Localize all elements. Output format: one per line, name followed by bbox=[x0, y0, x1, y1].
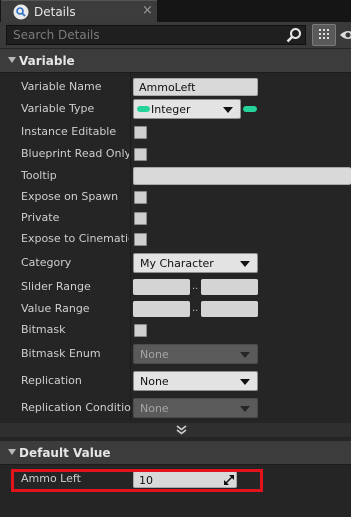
tab-title: Details bbox=[34, 5, 76, 19]
close-icon[interactable]: × bbox=[142, 4, 153, 18]
value-range-max-input[interactable] bbox=[201, 301, 258, 317]
expose-to-cinematics-checkbox[interactable] bbox=[134, 233, 147, 246]
row-expose-on-spawn: Expose on Spawn bbox=[0, 187, 351, 208]
tooltip-label: Tooltip bbox=[21, 169, 57, 182]
row-value-range: Value Range .. bbox=[0, 299, 351, 320]
double-chevron-down-icon bbox=[176, 425, 187, 435]
value-range-min-input[interactable] bbox=[133, 301, 190, 317]
instance-editable-checkbox[interactable] bbox=[134, 126, 147, 139]
highlight-box bbox=[11, 469, 263, 492]
slider-range-max-input[interactable] bbox=[201, 279, 258, 295]
private-checkbox[interactable] bbox=[134, 212, 147, 225]
range-separator: .. bbox=[192, 281, 199, 292]
chevron-down-icon bbox=[240, 261, 250, 267]
search-icon[interactable] bbox=[286, 27, 302, 43]
chevron-down-icon bbox=[240, 352, 250, 358]
value-range-label: Value Range bbox=[21, 302, 90, 315]
section-variable[interactable]: Variable bbox=[0, 49, 351, 73]
search-bar bbox=[0, 22, 351, 48]
details-magnifier-icon bbox=[13, 4, 29, 20]
row-replication-condition: Replication Condition None bbox=[0, 398, 351, 419]
section-default-value[interactable]: Default Value bbox=[0, 441, 351, 465]
instance-editable-label: Instance Editable bbox=[21, 125, 117, 138]
row-instance-editable: Instance Editable bbox=[0, 122, 351, 143]
container-type-pill-icon[interactable] bbox=[243, 106, 257, 112]
slider-range-min-input[interactable] bbox=[133, 279, 190, 295]
row-blueprint-read-only: Blueprint Read Only bbox=[0, 144, 351, 165]
replication-dropdown[interactable]: None bbox=[133, 371, 258, 391]
row-bitmask-enum: Bitmask Enum None bbox=[0, 344, 351, 365]
chevron-down-icon bbox=[223, 107, 233, 113]
chevron-down-icon bbox=[240, 379, 250, 385]
view-options-button[interactable] bbox=[312, 24, 336, 46]
blueprint-read-only-label: Blueprint Read Only bbox=[21, 147, 129, 160]
variable-type-value: Integer bbox=[151, 103, 191, 116]
category-dropdown[interactable]: My Character bbox=[133, 253, 258, 273]
tab-details[interactable]: Details × bbox=[1, 0, 157, 22]
slider-range-label: Slider Range bbox=[21, 280, 91, 293]
bitmask-enum-label: Bitmask Enum bbox=[21, 347, 101, 360]
replication-value: None bbox=[140, 375, 169, 388]
eye-icon[interactable] bbox=[340, 27, 351, 43]
bitmask-label: Bitmask bbox=[21, 323, 66, 336]
collapse-arrow-icon bbox=[8, 449, 16, 455]
row-variable-type: Variable Type Integer bbox=[0, 99, 351, 120]
variable-type-dropdown[interactable]: Integer bbox=[133, 99, 241, 119]
row-replication: Replication None bbox=[0, 371, 351, 392]
grid-icon bbox=[319, 29, 329, 39]
replication-condition-label: Replication Condition bbox=[21, 401, 131, 414]
bitmask-enum-value: None bbox=[140, 348, 169, 361]
expose-on-spawn-checkbox[interactable] bbox=[134, 191, 147, 204]
section-title: Default Value bbox=[19, 446, 111, 460]
replication-condition-dropdown[interactable]: None bbox=[133, 398, 258, 418]
row-bitmask: Bitmask bbox=[0, 320, 351, 341]
private-label: Private bbox=[21, 211, 60, 224]
expose-on-spawn-label: Expose on Spawn bbox=[21, 190, 119, 203]
expose-to-cinematics-label: Expose to Cinematics bbox=[21, 232, 129, 245]
collapse-arrow-icon bbox=[8, 57, 16, 63]
category-label: Category bbox=[21, 256, 72, 269]
tooltip-input[interactable] bbox=[133, 167, 351, 185]
replication-label: Replication bbox=[21, 374, 82, 387]
range-separator: .. bbox=[192, 303, 199, 314]
chevron-down-icon bbox=[240, 406, 250, 412]
replication-condition-value: None bbox=[140, 402, 169, 415]
row-slider-range: Slider Range .. bbox=[0, 277, 351, 298]
row-tooltip: Tooltip bbox=[0, 166, 351, 187]
bitmask-enum-dropdown[interactable]: None bbox=[133, 344, 258, 364]
row-expose-to-cinematics: Expose to Cinematics bbox=[0, 229, 351, 250]
blueprint-read-only-checkbox[interactable] bbox=[134, 148, 147, 161]
bitmask-checkbox[interactable] bbox=[134, 324, 147, 337]
tab-bar: Details × bbox=[0, 0, 351, 22]
advanced-expander[interactable] bbox=[0, 423, 351, 437]
search-input[interactable] bbox=[6, 25, 306, 45]
row-category: Category My Character bbox=[0, 253, 351, 274]
variable-type-label: Variable Type bbox=[21, 102, 95, 115]
variable-name-label: Variable Name bbox=[21, 80, 102, 93]
variable-name-input[interactable]: AmmoLeft bbox=[133, 78, 258, 96]
category-value: My Character bbox=[140, 257, 214, 270]
section-title: Variable bbox=[19, 54, 75, 68]
integer-type-pill-icon bbox=[137, 106, 150, 112]
row-variable-name: Variable Name AmmoLeft bbox=[0, 77, 351, 98]
row-private: Private bbox=[0, 208, 351, 229]
